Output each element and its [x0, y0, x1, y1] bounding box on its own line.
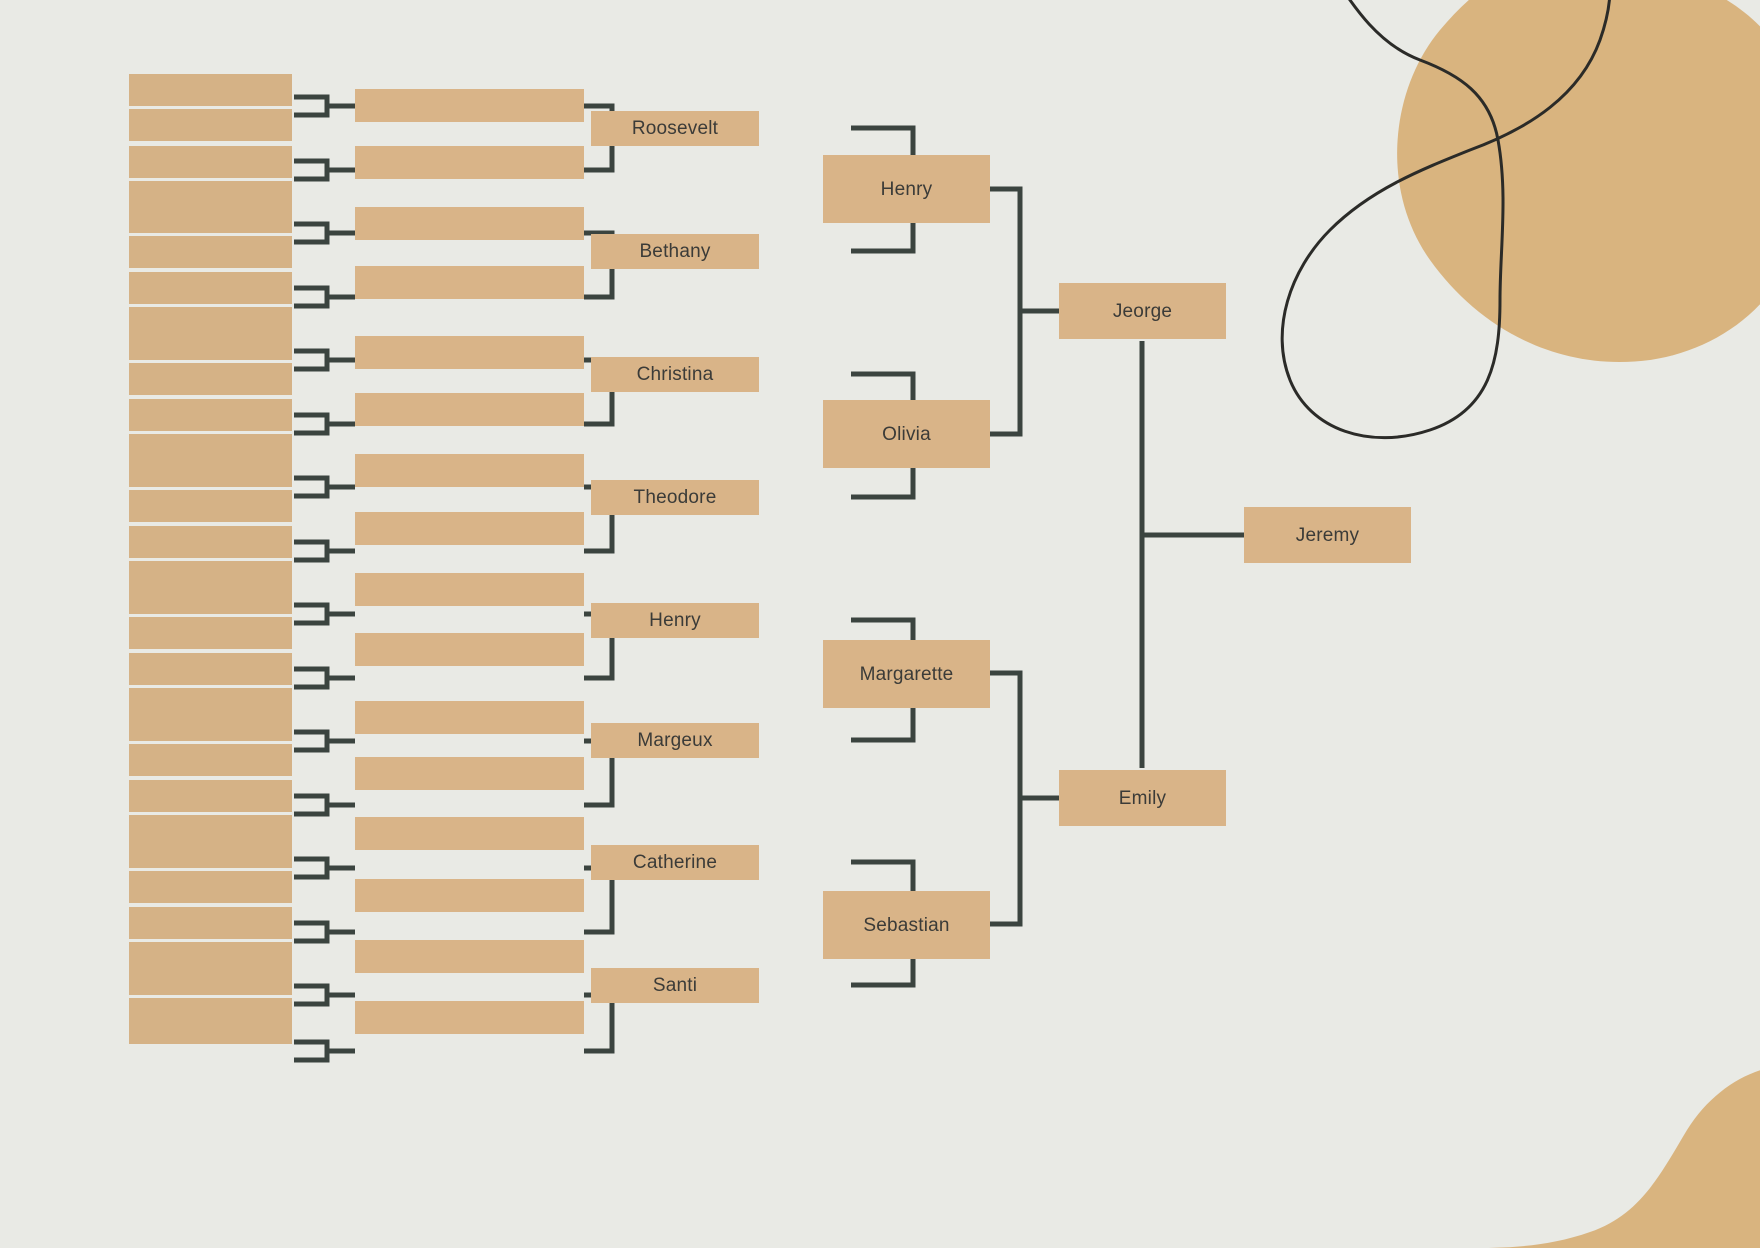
seed-bar[interactable]: [129, 963, 292, 995]
seed-bar[interactable]: [129, 363, 292, 395]
semifinal-label: Margarette: [859, 663, 954, 685]
round2-node[interactable]: [355, 454, 584, 487]
round2-node[interactable]: [355, 266, 584, 299]
seed-bar[interactable]: [129, 490, 292, 522]
seed-bar[interactable]: [129, 907, 292, 939]
seed-bar[interactable]: [129, 871, 292, 903]
round2-node[interactable]: [355, 146, 584, 179]
quarterfinal-label: Santi: [652, 975, 698, 996]
final-label: Emily: [1118, 787, 1167, 809]
final-node-jeorge[interactable]: Jeorge: [1059, 283, 1226, 339]
round2-node[interactable]: [355, 1001, 584, 1034]
quarterfinal-label: Theodore: [633, 487, 717, 508]
champion-label: Jeremy: [1295, 524, 1360, 546]
seed-bar[interactable]: [129, 272, 292, 304]
semifinal-node-henry[interactable]: Henry: [823, 155, 990, 223]
quarterfinal-node-bethany[interactable]: Bethany: [591, 234, 759, 269]
seed-bar[interactable]: [129, 74, 292, 106]
quarterfinal-node-theodore[interactable]: Theodore: [591, 480, 759, 515]
round2-node[interactable]: [355, 207, 584, 240]
quarterfinal-label: Bethany: [639, 241, 711, 262]
bracket-canvas: Roosevelt Bethany Christina Theodore Hen…: [0, 0, 1760, 1248]
semifinal-node-margarette[interactable]: Margarette: [823, 640, 990, 708]
seed-bar[interactable]: [129, 1012, 292, 1044]
round2-node[interactable]: [355, 573, 584, 606]
seed-bar[interactable]: [129, 836, 292, 868]
seed-bar[interactable]: [129, 236, 292, 268]
seed-bar[interactable]: [129, 455, 292, 487]
seed-bar[interactable]: [129, 328, 292, 360]
round2-node[interactable]: [355, 757, 584, 790]
seed-bar[interactable]: [129, 146, 292, 178]
seed-bar[interactable]: [129, 109, 292, 141]
semifinal-node-sebastian[interactable]: Sebastian: [823, 891, 990, 959]
round2-node[interactable]: [355, 633, 584, 666]
round2-node[interactable]: [355, 89, 584, 122]
seed-bar[interactable]: [129, 653, 292, 685]
quarterfinal-node-christina[interactable]: Christina: [591, 357, 759, 392]
round2-node[interactable]: [355, 701, 584, 734]
round2-node[interactable]: [355, 512, 584, 545]
seed-bar[interactable]: [129, 582, 292, 614]
final-node-emily[interactable]: Emily: [1059, 770, 1226, 826]
champion-node-jeremy[interactable]: Jeremy: [1244, 507, 1411, 563]
final-label: Jeorge: [1112, 300, 1173, 322]
seed-bar[interactable]: [129, 709, 292, 741]
quarterfinal-node-catherine[interactable]: Catherine: [591, 845, 759, 880]
semifinal-label: Henry: [880, 178, 933, 200]
seed-bar[interactable]: [129, 744, 292, 776]
quarterfinal-node-henry[interactable]: Henry: [591, 603, 759, 638]
seed-bar[interactable]: [129, 399, 292, 431]
semifinal-label: Sebastian: [863, 914, 950, 936]
semifinal-label: Olivia: [882, 423, 931, 445]
quarterfinal-label: Margeux: [637, 730, 713, 751]
quarterfinal-label: Henry: [649, 610, 701, 631]
quarterfinal-label: Catherine: [632, 852, 718, 873]
seed-bar[interactable]: [129, 780, 292, 812]
round2-node[interactable]: [355, 336, 584, 369]
round2-node[interactable]: [355, 940, 584, 973]
quarterfinal-node-santi[interactable]: Santi: [591, 968, 759, 1003]
quarterfinal-node-margeux[interactable]: Margeux: [591, 723, 759, 758]
seed-bar[interactable]: [129, 526, 292, 558]
seed-bar[interactable]: [129, 201, 292, 233]
round2-node[interactable]: [355, 879, 584, 912]
round2-node[interactable]: [355, 393, 584, 426]
quarterfinal-node-roosevelt[interactable]: Roosevelt: [591, 111, 759, 146]
round2-node[interactable]: [355, 817, 584, 850]
quarterfinal-label: Roosevelt: [631, 118, 719, 139]
semifinal-node-olivia[interactable]: Olivia: [823, 400, 990, 468]
quarterfinal-label: Christina: [636, 364, 714, 385]
seed-bar[interactable]: [129, 617, 292, 649]
